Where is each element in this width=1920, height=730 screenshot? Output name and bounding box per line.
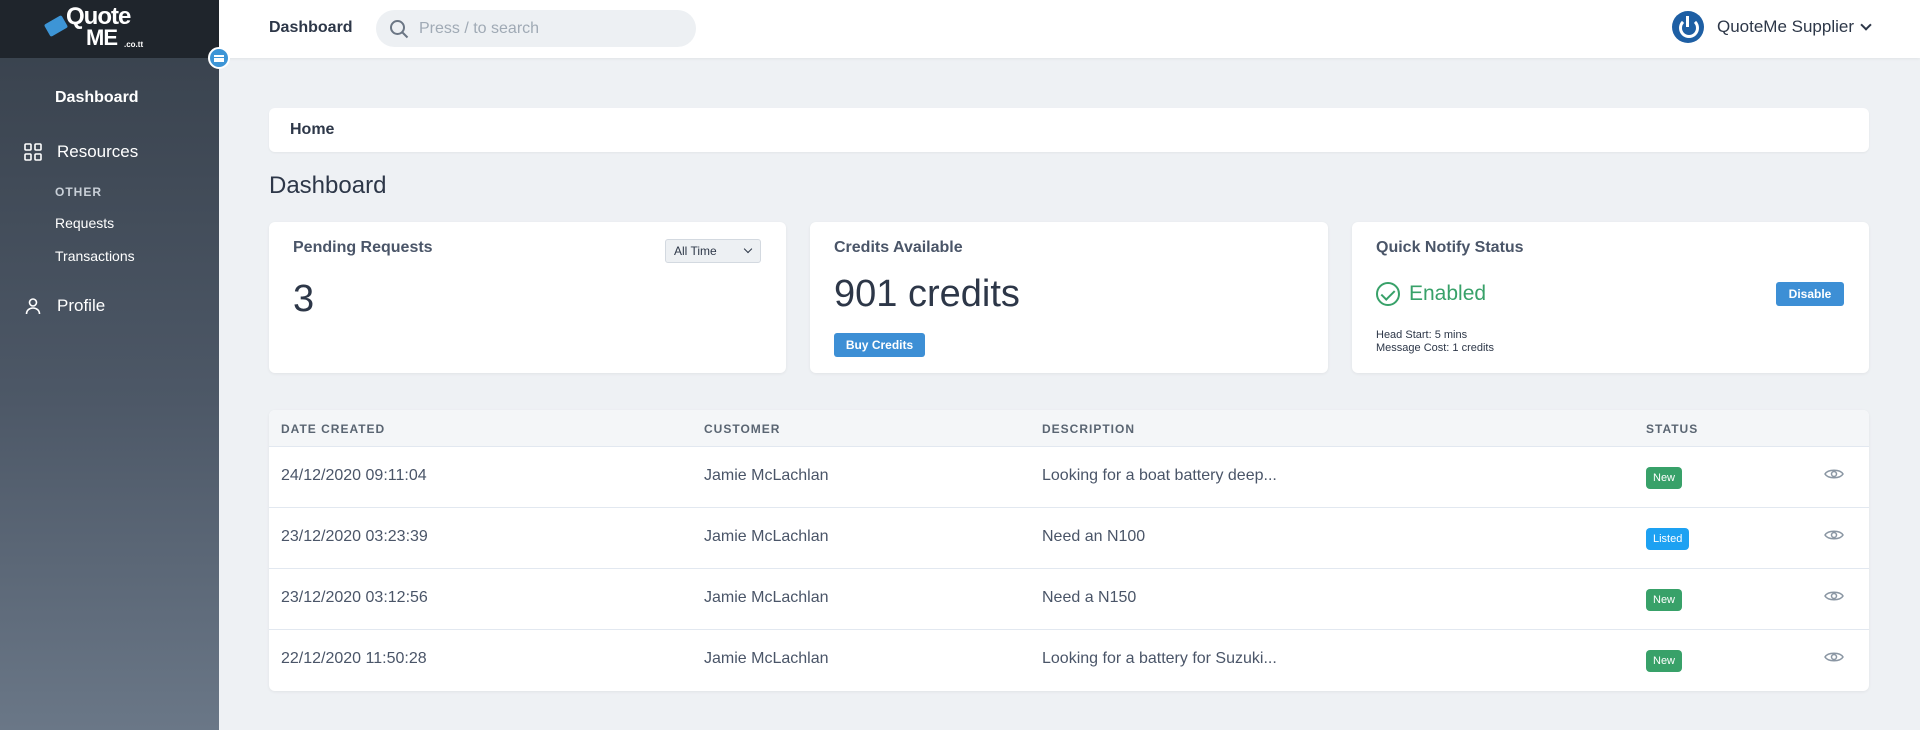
card-title: Pending Requests <box>293 239 433 256</box>
pending-requests-card: Pending Requests All Time 3 <box>269 222 786 373</box>
notify-status-text: Enabled <box>1409 282 1487 305</box>
status-badge: New <box>1646 467 1683 489</box>
time-range-select[interactable]: All Time <box>665 239 761 263</box>
breadcrumb: Home <box>269 108 1869 152</box>
status-badge: New <box>1646 589 1683 611</box>
quick-notify-card: Quick Notify Status Enabled Disable Head… <box>1352 222 1869 373</box>
sidebar-item-resources[interactable]: Resources <box>22 141 138 163</box>
sidebar-toggle-button[interactable] <box>208 47 230 69</box>
search-bar[interactable] <box>376 10 696 47</box>
chevron-down-icon <box>1860 19 1872 31</box>
status-badge: New <box>1646 650 1683 672</box>
breadcrumb-home[interactable]: Home <box>290 121 334 138</box>
table-header: DATE CREATED CUSTOMER DESCRIPTION STATUS <box>269 410 1869 447</box>
notify-meta: Head Start: 5 mins Message Cost: 1 credi… <box>1376 329 1494 355</box>
column-header-description[interactable]: DESCRIPTION <box>1042 422 1135 436</box>
top-header: Dashboard QuoteMe Supplier <box>219 0 1920 58</box>
user-menu[interactable]: QuoteMe Supplier <box>1671 11 1872 43</box>
check-circle-icon <box>1376 282 1400 306</box>
credits-card: Credits Available 901 credits Buy Credit… <box>810 222 1328 373</box>
disable-button[interactable]: Disable <box>1776 282 1844 306</box>
user-name: QuoteMe Supplier <box>1716 17 1854 36</box>
sidebar: Quote ME .co.tt Dashboard Resources OTHE… <box>0 0 219 730</box>
table-row[interactable]: 23/12/2020 03:12:56 Jamie McLachlan Need… <box>269 569 1869 630</box>
sidebar-item-dashboard[interactable]: Dashboard <box>55 89 139 107</box>
cell-date: 22/12/2020 11:50:28 <box>281 650 427 667</box>
eye-icon[interactable] <box>1824 467 1844 481</box>
logo-text-suffix: .co.tt <box>124 40 144 49</box>
grid-icon <box>22 141 44 163</box>
header-title: Dashboard <box>269 19 353 36</box>
menu-icon <box>214 54 224 62</box>
sidebar-item-profile[interactable]: Profile <box>22 295 105 317</box>
cell-description: Looking for a battery for Suzuki... <box>1042 650 1277 667</box>
cell-date: 23/12/2020 03:12:56 <box>281 589 428 606</box>
card-title: Quick Notify Status <box>1376 239 1524 256</box>
sidebar-item-label: Profile <box>57 296 106 315</box>
pending-count: 3 <box>293 278 315 320</box>
eye-icon[interactable] <box>1824 650 1844 664</box>
table-row[interactable]: 24/12/2020 09:11:04 Jamie McLachlan Look… <box>269 447 1869 508</box>
notify-status: Enabled <box>1376 282 1486 306</box>
requests-table: DATE CREATED CUSTOMER DESCRIPTION STATUS… <box>269 410 1869 691</box>
buy-credits-button[interactable]: Buy Credits <box>834 333 925 357</box>
cell-date: 23/12/2020 03:23:39 <box>281 528 428 545</box>
tag-icon <box>43 14 69 38</box>
cell-customer: Jamie McLachlan <box>704 528 829 545</box>
chevron-down-icon <box>743 244 753 254</box>
sidebar-item-requests[interactable]: Requests <box>55 215 114 231</box>
column-header-date[interactable]: DATE CREATED <box>281 422 385 436</box>
sidebar-item-transactions[interactable]: Transactions <box>55 248 135 264</box>
cell-date: 24/12/2020 09:11:04 <box>281 467 427 484</box>
cell-customer: Jamie McLachlan <box>704 467 829 484</box>
cell-description: Looking for a boat battery deep... <box>1042 467 1277 484</box>
logo-area: Quote ME .co.tt <box>0 0 219 58</box>
cell-customer: Jamie McLachlan <box>704 650 829 667</box>
user-icon <box>22 295 44 317</box>
credits-value: 901 credits <box>834 273 1020 315</box>
cell-description: Need an N100 <box>1042 528 1146 545</box>
column-header-customer[interactable]: CUSTOMER <box>704 422 780 436</box>
column-header-status[interactable]: STATUS <box>1646 422 1698 436</box>
sidebar-section-other: OTHER <box>55 185 102 199</box>
search-icon <box>390 19 409 38</box>
table-row[interactable]: 23/12/2020 03:23:39 Jamie McLachlan Need… <box>269 508 1869 569</box>
search-input[interactable] <box>419 19 669 38</box>
status-badge: Listed <box>1646 528 1690 550</box>
message-cost-text: Message Cost: 1 credits <box>1376 342 1494 354</box>
card-title: Credits Available <box>834 239 963 256</box>
select-value: All Time <box>674 244 717 258</box>
cell-customer: Jamie McLachlan <box>704 589 829 606</box>
cell-description: Need a N150 <box>1042 589 1137 606</box>
sidebar-item-label: Resources <box>57 142 139 161</box>
page-title: Dashboard <box>269 172 387 199</box>
head-start-text: Head Start: 5 mins <box>1376 329 1468 341</box>
eye-icon[interactable] <box>1824 589 1844 603</box>
quoteme-logo[interactable]: Quote ME .co.tt <box>43 5 146 53</box>
logo-text-line2: ME <box>86 25 118 50</box>
table-row[interactable]: 22/12/2020 11:50:28 Jamie McLachlan Look… <box>269 630 1869 691</box>
power-avatar-icon <box>1671 11 1704 43</box>
eye-icon[interactable] <box>1824 528 1844 542</box>
